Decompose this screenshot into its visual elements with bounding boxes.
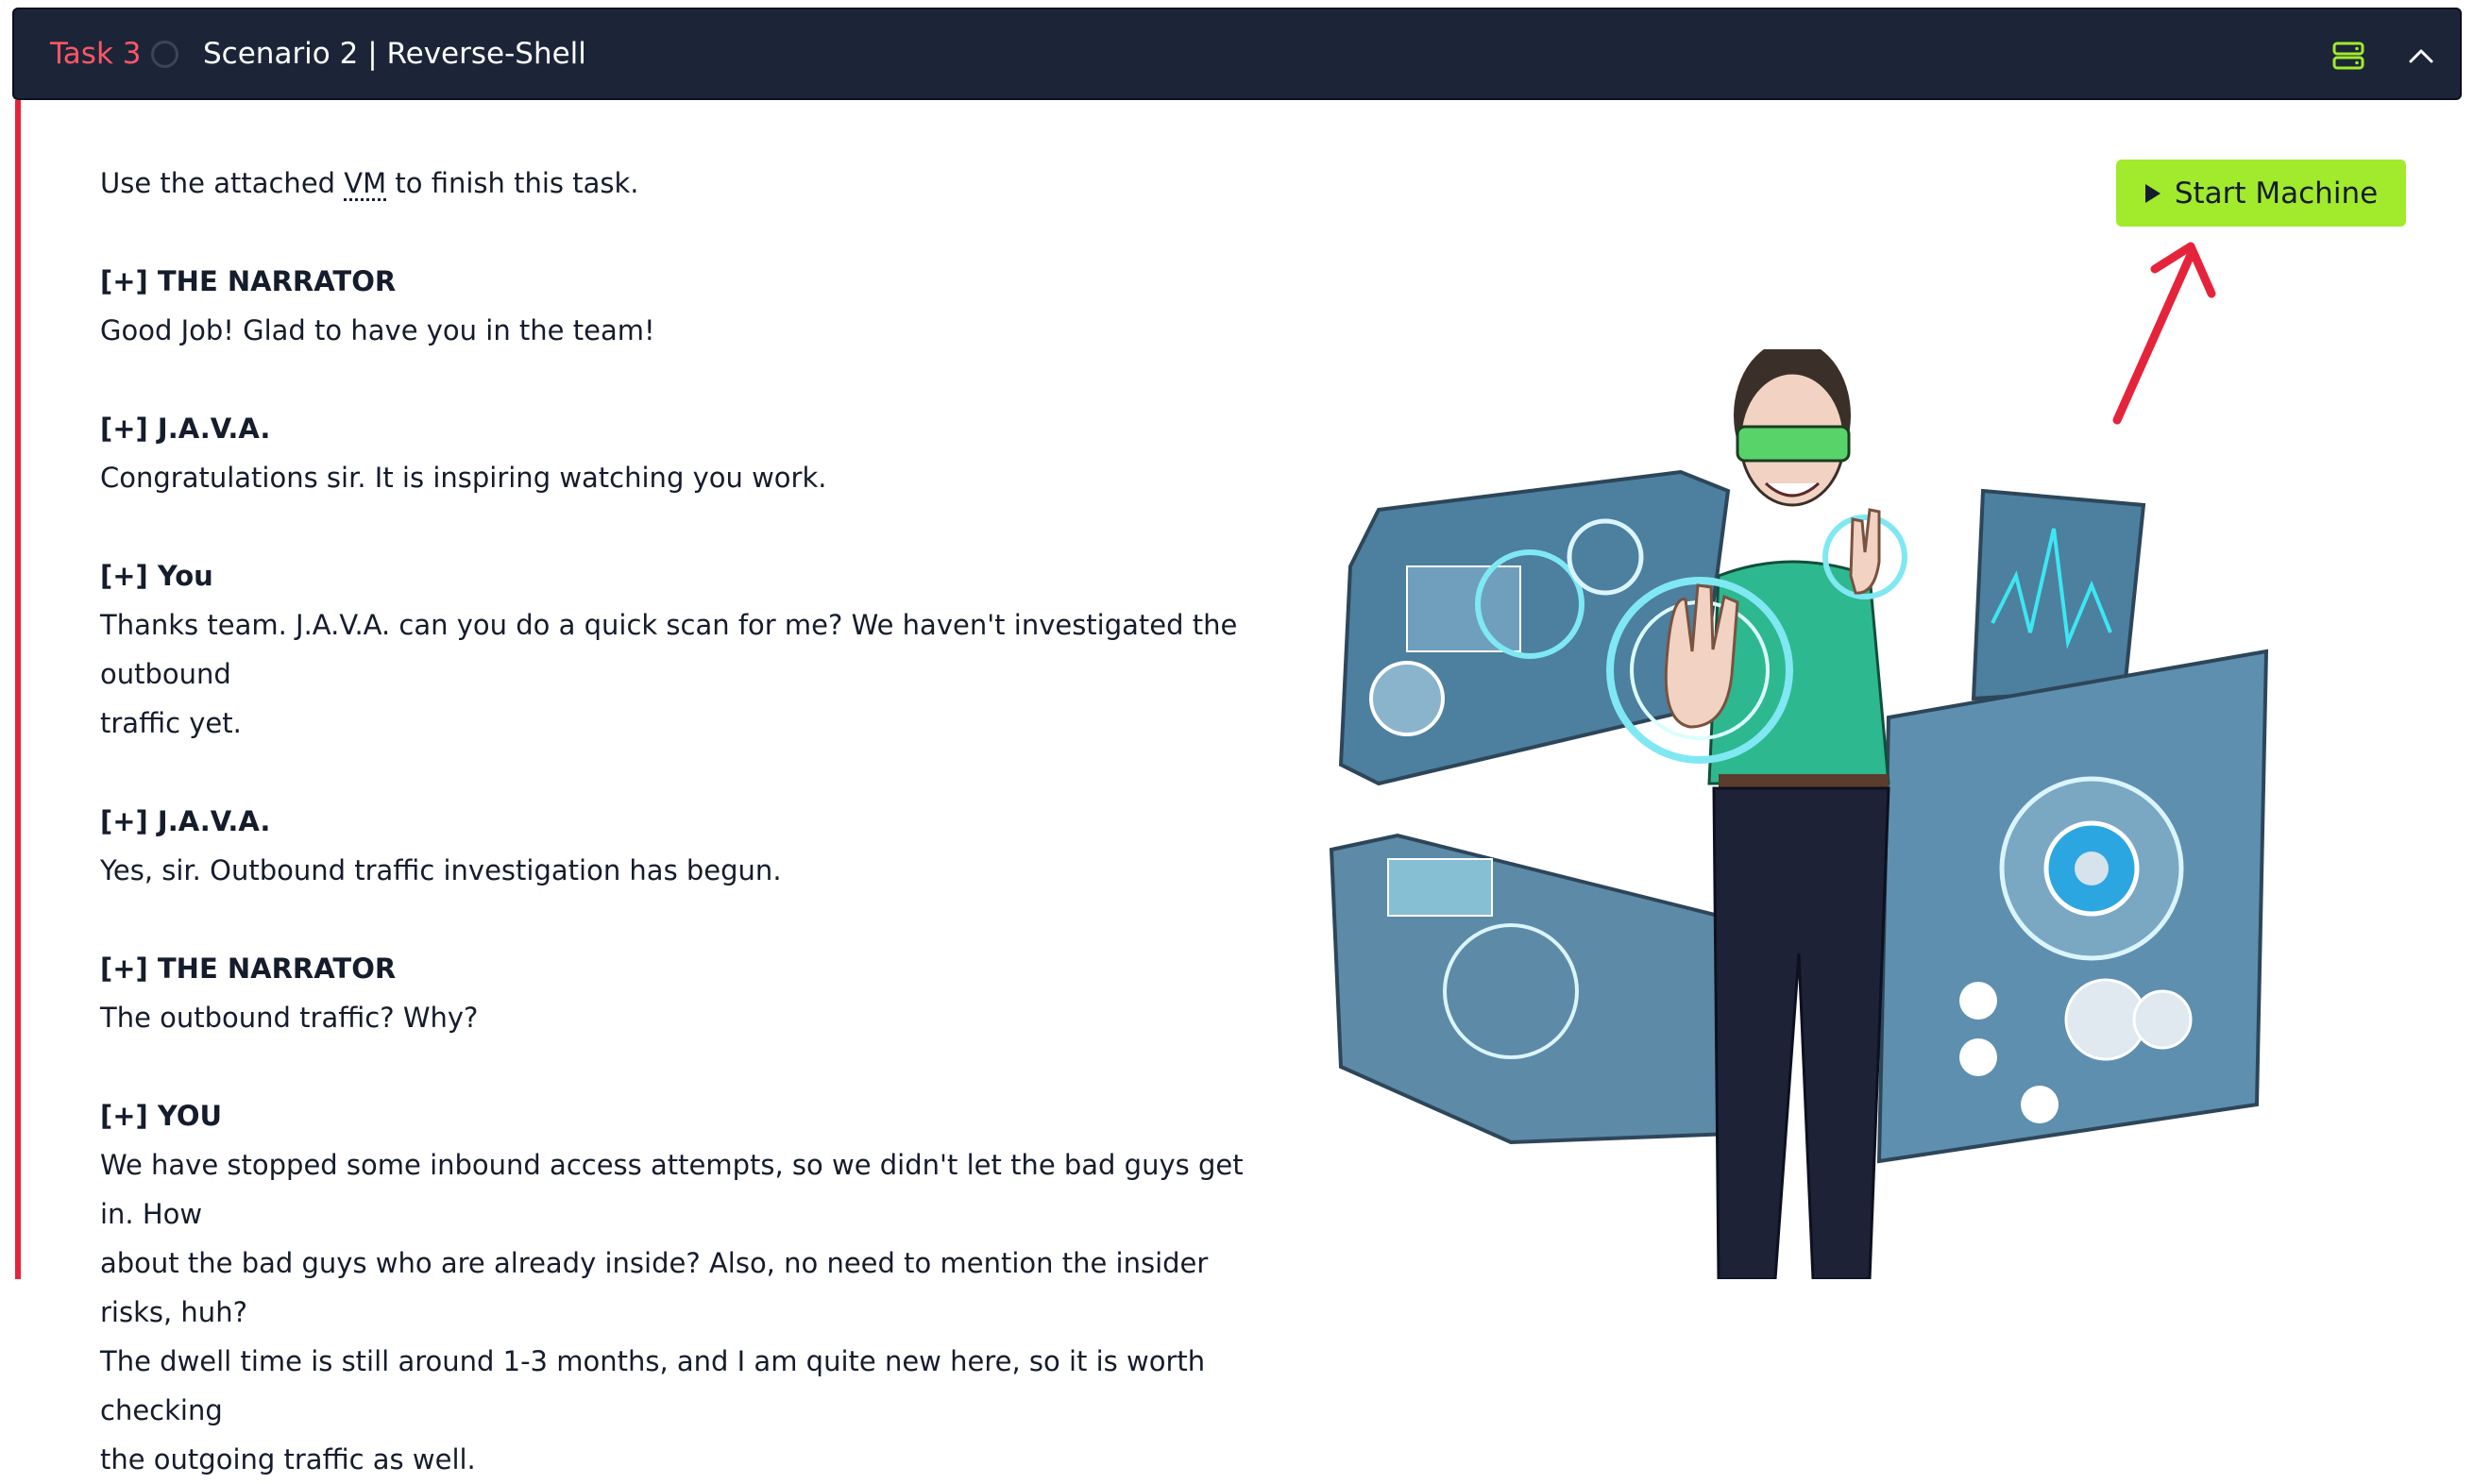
intro-suffix: to finish this task. xyxy=(386,167,639,199)
dialogue-line: about the bad guys who are already insid… xyxy=(100,1247,1209,1328)
speaker-label: [+] THE NARRATOR xyxy=(100,953,397,985)
vm-abbreviation: VM xyxy=(344,167,387,199)
dialogue-line: Yes, sir. Outbound traffic investigation… xyxy=(100,854,782,886)
intro-prefix: Use the attached xyxy=(100,167,345,199)
task-title: Scenario 2 | Reverse-Shell xyxy=(203,37,586,71)
start-machine-label: Start Machine xyxy=(2174,176,2379,211)
dialogue-line: traffic yet. xyxy=(100,707,242,739)
speaker-label: [+] J.A.V.A. xyxy=(100,805,271,837)
server-icon[interactable] xyxy=(2328,35,2369,76)
task-text: Use the attached VM to finish this task.… xyxy=(100,159,1271,1484)
dialogue-line: Good Job! Glad to have you in the team! xyxy=(100,314,655,346)
play-icon xyxy=(2144,183,2161,203)
intro-text: Use the attached VM to finish this task. xyxy=(100,159,1271,208)
task-number-label: Task 3 xyxy=(50,37,142,71)
dialogue-line: The dwell time is still around 1-3 month… xyxy=(100,1345,1206,1426)
start-machine-button[interactable]: Start Machine xyxy=(2116,160,2406,227)
speaker-label: [+] You xyxy=(100,560,213,592)
dialogue-line: Congratulations sir. It is inspiring wat… xyxy=(100,462,827,494)
task-status-circle-icon xyxy=(151,40,178,68)
dialogue-line: We have stopped some inbound access atte… xyxy=(100,1149,1244,1230)
speaker-label: [+] YOU xyxy=(100,1100,223,1132)
dialogue-line: Thanks team. J.A.V.A. can you do a quick… xyxy=(100,609,1238,690)
speaker-label: [+] J.A.V.A. xyxy=(100,413,271,445)
task-header[interactable]: Task 3 Scenario 2 | Reverse-Shell xyxy=(12,8,2462,100)
hacker-hologram-illustration xyxy=(1329,349,2269,1279)
dialogue-line: the outgoing traffic as well. xyxy=(100,1443,476,1476)
chevron-up-icon[interactable] xyxy=(2400,35,2442,76)
speaker-label: [+] THE NARRATOR xyxy=(100,265,397,297)
dialogue-line: The outbound traffic? Why? xyxy=(100,1002,479,1034)
